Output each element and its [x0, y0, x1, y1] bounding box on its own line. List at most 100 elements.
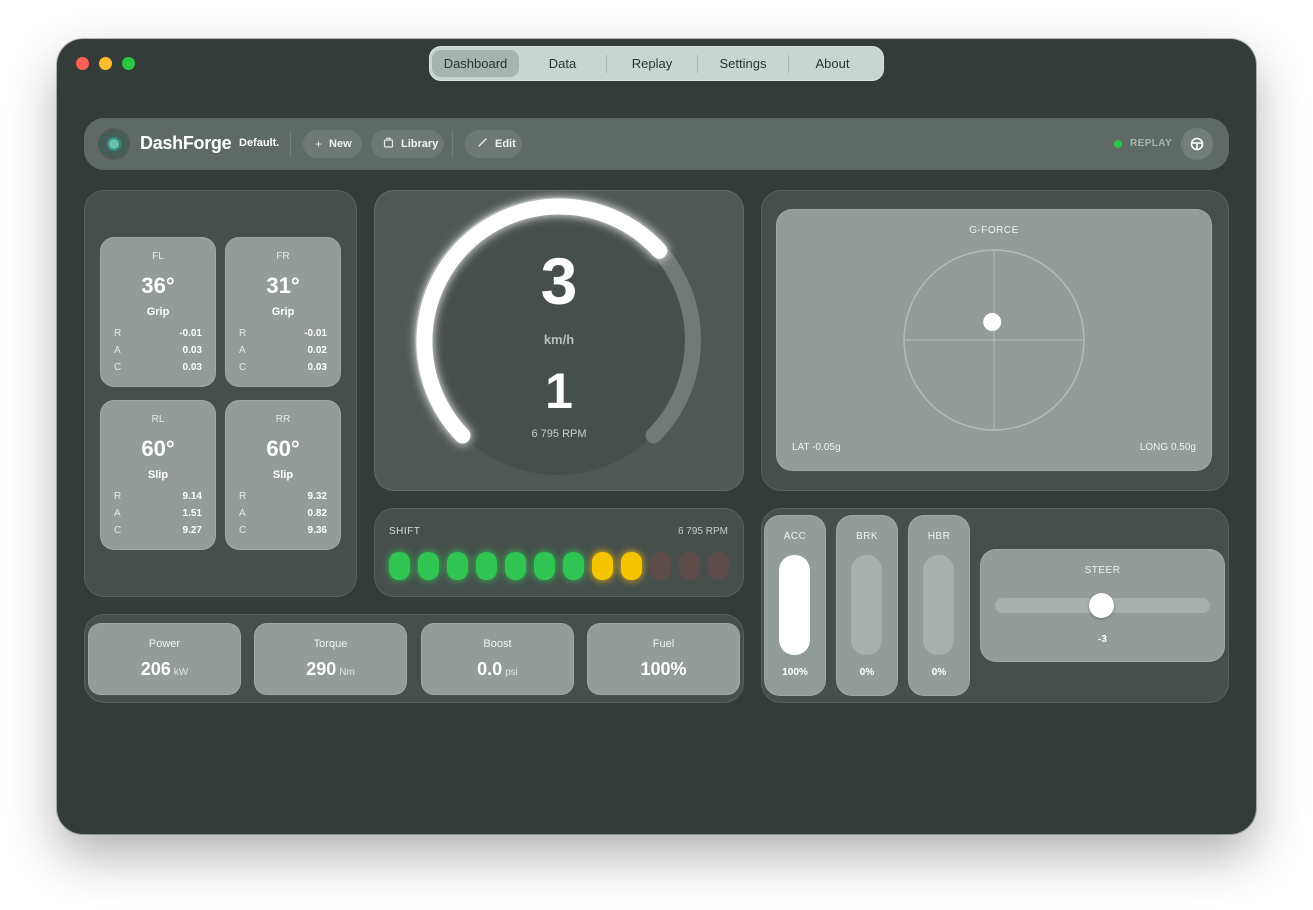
tire-row-key: C — [114, 362, 122, 373]
tire-row: R 9.32 — [239, 491, 327, 505]
stat-number: 206 — [140, 659, 171, 679]
tire-row: A 0.82 — [239, 508, 327, 522]
tire-state: Grip — [146, 306, 170, 318]
tab-about[interactable]: About — [789, 50, 876, 77]
tire-row-value: 1.51 — [182, 508, 202, 519]
steer-value: -3 — [1098, 634, 1107, 645]
tire-row-value: 0.02 — [307, 345, 327, 356]
tab-settings[interactable]: Settings — [698, 50, 788, 77]
pedal-accelerator: ACC 100% — [764, 515, 826, 696]
stats-panel: Power 206 kW Torque 290 Nm Boost 0.0 psi Fu… — [84, 614, 744, 703]
shift-led — [505, 552, 526, 580]
tire-row-key: R — [239, 491, 247, 502]
tire-row: C 9.36 — [239, 525, 327, 539]
tire-state: Slip — [147, 469, 169, 481]
tab-data[interactable]: Data — [519, 50, 606, 77]
library-button[interactable]: Library — [371, 130, 444, 158]
tire-card-fr: FR 31° Grip R -0.01 A 0.02 C 0.03 — [225, 237, 341, 387]
new-button[interactable]: + New — [303, 130, 362, 158]
pedal-handbrake: HBR 0% — [908, 515, 970, 696]
tab-replay[interactable]: Replay — [607, 50, 697, 77]
plus-icon: + — [315, 137, 323, 151]
tire-row-key: A — [239, 345, 246, 356]
tire-row-value: 9.14 — [182, 491, 202, 502]
tire-row-key: R — [239, 328, 247, 339]
steering-wheel-button[interactable] — [1181, 128, 1213, 160]
shift-led — [650, 552, 671, 580]
shift-led — [476, 552, 497, 580]
tire-temperature: 60° — [141, 436, 175, 461]
stat-power: Power 206 kW — [88, 623, 241, 695]
gforce-card: G-FORCE LAT -0.05g LONG 0.50g — [776, 209, 1212, 471]
tire-row: C 0.03 — [239, 362, 327, 376]
shift-led — [679, 552, 700, 580]
stat-number: 0.0 — [477, 659, 503, 679]
tire-row: C 0.03 — [114, 362, 202, 376]
tire-temperature: 31° — [266, 273, 300, 298]
stat-number: 100% — [640, 659, 687, 679]
new-button-label: New — [329, 138, 352, 150]
tire-state: Grip — [271, 306, 295, 318]
pedal-fill — [779, 555, 810, 655]
gforce-dot — [983, 313, 1002, 331]
stat-unit: kW — [173, 667, 189, 678]
tire-code: FL — [152, 251, 164, 262]
shift-label: SHIFT — [389, 526, 421, 537]
pedal-track — [923, 555, 954, 655]
lateral-g-label: LAT -0.05g — [792, 442, 841, 453]
stat-fuel: Fuel 100% — [587, 623, 740, 695]
pedal-percent: 0% — [859, 667, 875, 678]
toolbar: DashForge Default. + New Library Edit RE… — [84, 118, 1229, 170]
speed-gauge-panel: 3 km/h 1 6 795 RPM — [374, 190, 744, 491]
tire-temperature: 36° — [141, 273, 175, 298]
pedal-label: HBR — [927, 531, 951, 542]
gear-value: 1 — [545, 363, 573, 419]
profile-name[interactable]: Default. — [239, 137, 279, 149]
zoom-window-button[interactable] — [122, 57, 135, 70]
tire-row-value: 0.03 — [182, 345, 202, 356]
stat-unit: Nm — [339, 667, 355, 678]
longitudinal-g-label: LONG 0.50g — [1139, 442, 1196, 453]
edit-button[interactable]: Edit — [465, 130, 522, 158]
tire-row-value: 0.03 — [307, 362, 327, 373]
rpm-readout: 6 795 RPM — [531, 428, 587, 440]
close-window-button[interactable] — [76, 57, 89, 70]
tire-row: R 9.14 — [114, 491, 202, 505]
minimize-window-button[interactable] — [99, 57, 112, 70]
pencil-icon — [477, 137, 488, 151]
speed-unit: km/h — [543, 332, 575, 347]
tire-row-value: 9.32 — [307, 491, 327, 502]
shift-led — [389, 552, 410, 580]
main-tab-bar: Dashboard Data Replay Settings About — [429, 46, 884, 81]
shift-led — [708, 552, 729, 580]
tire-row-key: C — [239, 362, 247, 373]
stat-label: Power — [148, 638, 181, 650]
stat-unit: psi — [505, 667, 518, 678]
pedal-percent: 100% — [782, 667, 808, 678]
shift-light-panel: SHIFT 6 795 RPM — [374, 508, 744, 597]
stat-value: 100% — [587, 659, 740, 680]
tire-row: R -0.01 — [239, 328, 327, 342]
toolbar-divider — [290, 131, 291, 157]
shift-led — [621, 552, 642, 580]
tire-card-fl: FL 36° Grip R -0.01 A 0.03 C 0.03 — [100, 237, 216, 387]
tire-state: Slip — [272, 469, 294, 481]
tire-row-value: -0.01 — [179, 328, 202, 339]
tire-row-value: 0.03 — [182, 362, 202, 373]
shift-led-strip — [389, 552, 729, 580]
shift-led — [592, 552, 613, 580]
tire-row-key: C — [239, 525, 247, 536]
tire-row-value: -0.01 — [304, 328, 327, 339]
pedal-track — [779, 555, 810, 655]
shift-led — [447, 552, 468, 580]
stat-value: 206 kW — [88, 659, 241, 680]
tire-row: R -0.01 — [114, 328, 202, 342]
stat-label: Fuel — [652, 638, 675, 650]
pedal-brake: BRK 0% — [836, 515, 898, 696]
replay-toggle[interactable]: REPLAY — [1130, 138, 1172, 149]
stat-value: 290 Nm — [254, 659, 407, 680]
speed-value: 3 — [540, 244, 578, 318]
tire-card-rr: RR 60° Slip R 9.32 A 0.82 C 9.36 — [225, 400, 341, 550]
tab-dashboard[interactable]: Dashboard — [432, 50, 519, 77]
library-icon — [383, 137, 394, 151]
